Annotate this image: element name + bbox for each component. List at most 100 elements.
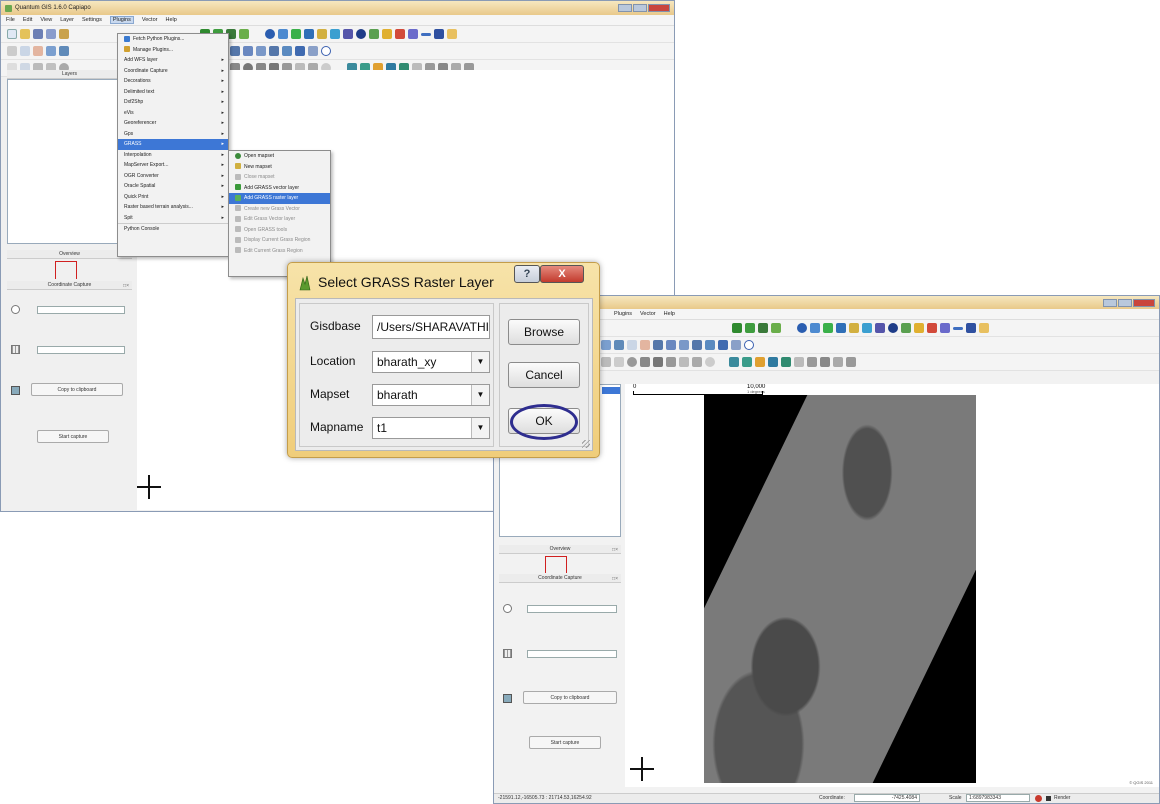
menu-item-interpolation[interactable]: Interpolation ▸ xyxy=(118,150,228,161)
menu-item-oracle-spatial[interactable]: Oracle Spatial ▸ xyxy=(118,181,228,192)
identify-icon[interactable] xyxy=(797,323,807,333)
zoom-layer-icon[interactable] xyxy=(230,46,240,56)
menu-item-grass[interactable]: GRASS ▸ xyxy=(118,139,228,150)
zoom-out-icon[interactable] xyxy=(33,46,43,56)
line-icon[interactable] xyxy=(953,326,963,330)
plugin-icon[interactable] xyxy=(395,29,405,39)
menu-item-gps[interactable]: Gps ▸ xyxy=(118,129,228,140)
layer-icon[interactable] xyxy=(46,46,56,56)
zoom-in-icon[interactable] xyxy=(20,46,30,56)
full-extent-icon[interactable] xyxy=(614,340,624,350)
render-checkbox[interactable] xyxy=(1046,796,1051,801)
full-extent-icon[interactable] xyxy=(59,46,69,56)
menu-item-edit-grass-region[interactable]: Edit Current Grass Region xyxy=(229,246,330,257)
minimize-button[interactable] xyxy=(1103,298,1117,307)
menu-vector[interactable]: Vector xyxy=(640,311,656,317)
bookmark-icon[interactable] xyxy=(862,323,872,333)
zoom-next-icon[interactable] xyxy=(692,340,702,350)
gisdbase-field[interactable]: /Users/SHARAVATHI xyxy=(372,315,490,339)
python-icon[interactable] xyxy=(382,29,392,39)
zoom-actual-icon[interactable] xyxy=(718,340,728,350)
zoom-in-icon[interactable] xyxy=(627,340,637,350)
menu-help[interactable]: Help xyxy=(165,17,176,23)
zoom-layer-icon[interactable] xyxy=(653,340,663,350)
menu-item-decorations[interactable]: Decorations ▸ xyxy=(118,76,228,87)
label-table-icon[interactable] xyxy=(833,357,843,367)
print-composer-icon[interactable] xyxy=(59,29,69,39)
close-button[interactable] xyxy=(1133,298,1155,307)
label-pin-icon[interactable] xyxy=(768,357,778,367)
label-grid-icon[interactable] xyxy=(846,357,856,367)
label-move-icon[interactable] xyxy=(742,357,752,367)
select-icon[interactable] xyxy=(810,323,820,333)
refresh-icon[interactable] xyxy=(282,46,292,56)
resize-grip-icon[interactable] xyxy=(582,440,590,448)
zoom-last-icon[interactable] xyxy=(256,46,266,56)
menu-item-new-mapset[interactable]: New mapset xyxy=(229,162,330,173)
layer-icon[interactable] xyxy=(601,340,611,350)
scale-bar-icon[interactable] xyxy=(979,323,989,333)
crs-select-icon[interactable] xyxy=(503,604,512,613)
menu-item-mapserver-export[interactable]: MapServer Export... ▸ xyxy=(118,160,228,171)
stop-render-icon[interactable] xyxy=(1035,795,1042,802)
maximize-button[interactable] xyxy=(1118,298,1132,307)
mapset-select[interactable]: bharath ▼ xyxy=(372,384,490,406)
compass-icon[interactable] xyxy=(888,323,898,333)
select-icon[interactable] xyxy=(278,29,288,39)
identify-icon[interactable] xyxy=(265,29,275,39)
minimize-button[interactable] xyxy=(618,4,632,12)
dropdown-arrow-icon[interactable]: ▼ xyxy=(471,352,489,372)
bookmark-icon[interactable] xyxy=(330,29,340,39)
help-circle-icon[interactable] xyxy=(321,46,331,56)
menu-item-add-wfs-layer[interactable]: Add WFS layer ▸ xyxy=(118,55,228,66)
dropdown-arrow-icon[interactable]: ▼ xyxy=(471,418,489,438)
node-tool-icon[interactable] xyxy=(601,357,611,367)
label-font-icon[interactable] xyxy=(794,357,804,367)
menu-item-coordinate-capture[interactable]: Coordinate Capture ▸ xyxy=(118,66,228,77)
menu-item-open-mapset[interactable]: Open mapset xyxy=(229,151,330,162)
crs-select-icon[interactable] xyxy=(11,305,20,314)
menu-help[interactable]: Help xyxy=(664,311,675,317)
attribute-table-icon[interactable] xyxy=(823,323,833,333)
coord-field-1[interactable] xyxy=(37,306,125,314)
digitize-icon[interactable] xyxy=(940,323,950,333)
menu-item-fetch-python-plugins[interactable]: Fetch Python Plugins... xyxy=(118,34,228,45)
measure-icon[interactable] xyxy=(836,323,846,333)
help-circle-icon[interactable] xyxy=(744,340,754,350)
map-crs-icon[interactable] xyxy=(11,345,20,354)
save-project-icon[interactable] xyxy=(33,29,43,39)
menu-item-georeferencer[interactable]: Georeferencer ▸ xyxy=(118,118,228,129)
layers-list[interactable] xyxy=(7,79,132,244)
compass-icon[interactable] xyxy=(356,29,366,39)
scale-bar-icon[interactable] xyxy=(447,29,457,39)
new-project-icon[interactable] xyxy=(7,29,17,39)
menu-item-quick-print[interactable]: Quick Print ▸ xyxy=(118,192,228,203)
zoom-last-icon[interactable] xyxy=(679,340,689,350)
menu-item-raster-terrain-analysis[interactable]: Raster based terrain analysis... ▸ xyxy=(118,202,228,213)
label-color-icon[interactable] xyxy=(820,357,830,367)
annotation-icon[interactable] xyxy=(343,29,353,39)
open-project-icon[interactable] xyxy=(20,29,30,39)
coord-field-1[interactable] xyxy=(527,605,617,613)
add-postgis-icon[interactable] xyxy=(758,323,768,333)
move-feature-icon[interactable] xyxy=(614,357,624,367)
menu-item-ogr-converter[interactable]: OGR Converter ▸ xyxy=(118,171,228,182)
menu-item-edit-grass-vector[interactable]: Edit Grass Vector layer xyxy=(229,214,330,225)
rotate-icon[interactable] xyxy=(705,357,715,367)
python-icon[interactable] xyxy=(914,323,924,333)
grass-tools-icon[interactable] xyxy=(369,29,379,39)
coord-field-2[interactable] xyxy=(37,346,125,354)
location-select[interactable]: bharath_xy ▼ xyxy=(372,351,490,373)
menu-item-add-grass-raster[interactable]: Add GRASS raster layer xyxy=(229,193,330,204)
delete-ring-icon[interactable] xyxy=(653,357,663,367)
label-icon[interactable] xyxy=(729,357,739,367)
menu-vector[interactable]: Vector xyxy=(142,17,158,23)
map-crs-icon[interactable] xyxy=(503,649,512,658)
mapname-select[interactable]: t1 ▼ xyxy=(372,417,490,439)
menu-plugins[interactable]: Plugins xyxy=(109,16,134,24)
save-as-icon[interactable] xyxy=(46,29,56,39)
menu-settings[interactable]: Settings xyxy=(82,17,102,23)
label-props-icon[interactable] xyxy=(807,357,817,367)
split-icon[interactable] xyxy=(679,357,689,367)
zoom-selection-icon[interactable] xyxy=(243,46,253,56)
